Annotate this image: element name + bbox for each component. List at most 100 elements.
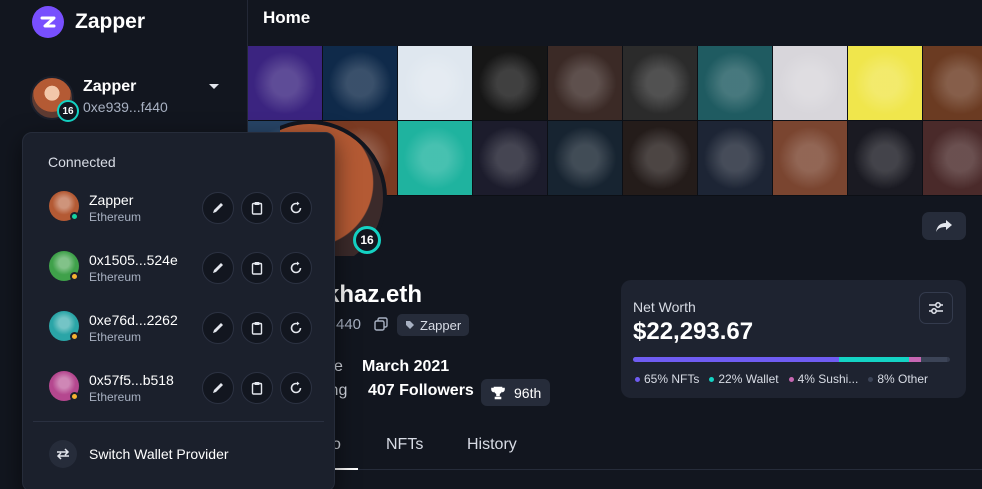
chevron-down-icon[interactable] bbox=[209, 84, 219, 89]
allocation-segment bbox=[921, 357, 947, 362]
edit-wallet-button[interactable] bbox=[202, 372, 234, 404]
legend-item: 65% NFTs bbox=[635, 372, 699, 386]
nft-thumbnail[interactable] bbox=[623, 46, 697, 120]
swap-arrows-icon bbox=[49, 440, 77, 468]
legend-label: 22% Wallet bbox=[718, 372, 779, 386]
legend-label: 4% Sushi... bbox=[797, 372, 859, 386]
nft-thumbnail[interactable] bbox=[323, 46, 397, 120]
topbar: Home bbox=[248, 0, 982, 46]
legend-dot bbox=[788, 376, 794, 382]
clipboard-icon bbox=[251, 322, 263, 335]
account-name: Zapper bbox=[83, 78, 137, 95]
wallet-row[interactable]: 0xe76d...2262 Ethereum bbox=[47, 308, 315, 348]
page-title: Home bbox=[263, 8, 311, 27]
clipboard-icon bbox=[251, 382, 263, 395]
edit-wallet-button[interactable] bbox=[202, 252, 234, 284]
net-worth-card: Net Worth $22,293.67 65% NFTs 22% Wallet 4… bbox=[621, 280, 966, 398]
allocation-segment bbox=[839, 357, 909, 362]
copy-wallet-button[interactable] bbox=[241, 192, 273, 224]
trophy-icon bbox=[491, 386, 505, 399]
allocation-segment bbox=[908, 357, 922, 362]
profile-address: 440 bbox=[336, 316, 362, 333]
refresh-wallet-button[interactable] bbox=[280, 192, 312, 224]
share-button[interactable] bbox=[922, 212, 966, 240]
net-worth-legend: 65% NFTs 22% Wallet 4% Sushi... 8% Other bbox=[635, 372, 928, 386]
pencil-icon bbox=[213, 263, 223, 273]
followers-count[interactable]: 407 Followers bbox=[368, 382, 474, 400]
nft-thumbnail[interactable] bbox=[548, 121, 622, 195]
pencil-icon bbox=[213, 383, 223, 393]
wallet-row[interactable]: 0x1505...524e Ethereum bbox=[47, 248, 315, 288]
wallet-network: Ethereum bbox=[89, 210, 142, 224]
refresh-icon bbox=[290, 321, 302, 334]
nft-thumbnail[interactable] bbox=[923, 121, 982, 195]
copy-icon[interactable] bbox=[374, 317, 388, 331]
wallet-status-dot bbox=[70, 392, 79, 401]
legend-label: 8% Other bbox=[877, 372, 929, 386]
net-worth-allocation-bar bbox=[633, 357, 950, 362]
switch-wallet-provider-label: Switch Wallet Provider bbox=[89, 446, 229, 462]
legend-item: 8% Other bbox=[868, 372, 928, 386]
tab-history[interactable]: History bbox=[467, 436, 517, 454]
nft-thumbnail[interactable] bbox=[848, 121, 922, 195]
wallet-name: 0x57f5...b518 bbox=[89, 372, 174, 388]
legend-item: 22% Wallet bbox=[709, 372, 779, 386]
profile-tag-label: Zapper bbox=[420, 317, 462, 333]
refresh-icon bbox=[290, 381, 302, 394]
switch-wallet-provider-button[interactable]: Switch Wallet Provider bbox=[47, 438, 315, 470]
refresh-icon bbox=[290, 261, 302, 274]
refresh-wallet-button[interactable] bbox=[280, 252, 312, 284]
net-worth-settings-button[interactable] bbox=[919, 292, 953, 324]
clipboard-icon bbox=[251, 202, 263, 215]
brand[interactable]: Zapper bbox=[32, 6, 145, 38]
refresh-wallet-button[interactable] bbox=[280, 372, 312, 404]
refresh-wallet-button[interactable] bbox=[280, 312, 312, 344]
nft-thumbnail[interactable] bbox=[473, 121, 547, 195]
nft-thumbnail[interactable] bbox=[398, 46, 472, 120]
account-switcher[interactable]: 16 Zapper 0xe939...f440 bbox=[30, 74, 230, 122]
profile-handle: khaz.eth bbox=[326, 281, 423, 308]
account-level-badge: 16 bbox=[57, 100, 79, 122]
nft-thumbnail[interactable] bbox=[248, 46, 322, 120]
pencil-icon bbox=[213, 203, 223, 213]
wallet-network: Ethereum bbox=[89, 330, 142, 344]
nft-thumbnail[interactable] bbox=[623, 121, 697, 195]
member-since-value: March 2021 bbox=[362, 358, 450, 375]
tag-icon bbox=[406, 321, 414, 329]
wallet-name: 0x1505...524e bbox=[89, 252, 178, 268]
copy-wallet-button[interactable] bbox=[241, 372, 273, 404]
wallet-row[interactable]: 0x57f5...b518 Ethereum bbox=[47, 368, 315, 408]
edit-wallet-button[interactable] bbox=[202, 312, 234, 344]
nft-thumbnail[interactable] bbox=[548, 46, 622, 120]
nft-thumbnail[interactable] bbox=[473, 46, 547, 120]
nft-thumbnail[interactable] bbox=[848, 46, 922, 120]
allocation-segment bbox=[633, 357, 840, 362]
rank-badge[interactable]: 96th bbox=[481, 379, 551, 406]
sliders-icon bbox=[929, 302, 943, 314]
nft-thumbnail[interactable] bbox=[773, 121, 847, 195]
copy-wallet-button[interactable] bbox=[241, 252, 273, 284]
legend-dot bbox=[868, 376, 874, 382]
legend-dot bbox=[635, 376, 640, 382]
clipboard-icon bbox=[251, 262, 263, 275]
connected-wallets-dropdown: Connected Switch Wallet Provider Zapper E… bbox=[22, 132, 335, 489]
net-worth-label: Net Worth bbox=[633, 299, 696, 315]
net-worth-value: $22,293.67 bbox=[633, 318, 754, 345]
nft-thumbnail[interactable] bbox=[698, 46, 772, 120]
profile-tag[interactable]: Zapper bbox=[397, 314, 470, 336]
profile-tabs: o NFTs History bbox=[330, 432, 982, 470]
wallet-network: Ethereum bbox=[89, 390, 142, 404]
wallet-status-dot bbox=[70, 272, 79, 281]
wallet-status-dot bbox=[70, 212, 79, 221]
zapper-logo-icon bbox=[32, 6, 64, 38]
edit-wallet-button[interactable] bbox=[202, 192, 234, 224]
pencil-icon bbox=[213, 323, 223, 333]
nft-thumbnail[interactable] bbox=[398, 121, 472, 195]
nft-thumbnail[interactable] bbox=[773, 46, 847, 120]
nft-thumbnail[interactable] bbox=[923, 46, 982, 120]
legend-label: 65% NFTs bbox=[644, 372, 700, 386]
wallet-row[interactable]: Zapper Ethereum bbox=[47, 188, 315, 228]
tab-nfts[interactable]: NFTs bbox=[386, 436, 423, 454]
copy-wallet-button[interactable] bbox=[241, 312, 273, 344]
nft-thumbnail[interactable] bbox=[698, 121, 772, 195]
